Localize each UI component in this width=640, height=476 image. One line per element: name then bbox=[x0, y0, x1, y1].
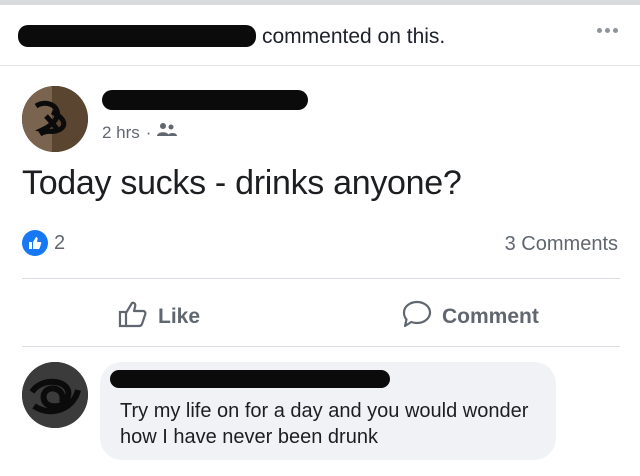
commenter-avatar[interactable] bbox=[22, 362, 88, 428]
thumbs-up-icon bbox=[118, 300, 148, 334]
post-meta: 2 hrs · bbox=[102, 122, 178, 143]
like-button[interactable]: Like bbox=[118, 300, 200, 334]
more-icon[interactable] bbox=[597, 28, 618, 33]
friends-icon[interactable] bbox=[157, 122, 178, 143]
reactions-summary[interactable]: 2 bbox=[22, 230, 65, 256]
post-text: Today sucks - drinks anyone? bbox=[22, 164, 462, 202]
comment-text: Try my life on for a day and you would w… bbox=[120, 400, 529, 448]
author-avatar[interactable] bbox=[22, 86, 88, 152]
like-count: 2 bbox=[54, 231, 66, 254]
comments-count[interactable]: 3 Comments bbox=[505, 233, 618, 256]
meta-separator: · bbox=[145, 122, 152, 142]
divider-top bbox=[22, 278, 620, 279]
redacted-author-name[interactable] bbox=[102, 90, 308, 110]
redacted-name bbox=[18, 25, 256, 47]
comment-button[interactable]: Comment bbox=[402, 300, 539, 334]
comment-button-label: Comment bbox=[442, 305, 539, 328]
divider-bottom bbox=[22, 346, 620, 347]
comment-icon bbox=[402, 300, 432, 334]
like-button-label: Like bbox=[158, 305, 201, 328]
activity-text: commented on this. bbox=[262, 25, 446, 48]
like-badge-icon bbox=[22, 230, 48, 256]
post-time[interactable]: 2 hrs bbox=[102, 123, 140, 143]
activity-header: commented on this. bbox=[0, 5, 640, 66]
redacted-commenter-name[interactable] bbox=[110, 370, 390, 388]
